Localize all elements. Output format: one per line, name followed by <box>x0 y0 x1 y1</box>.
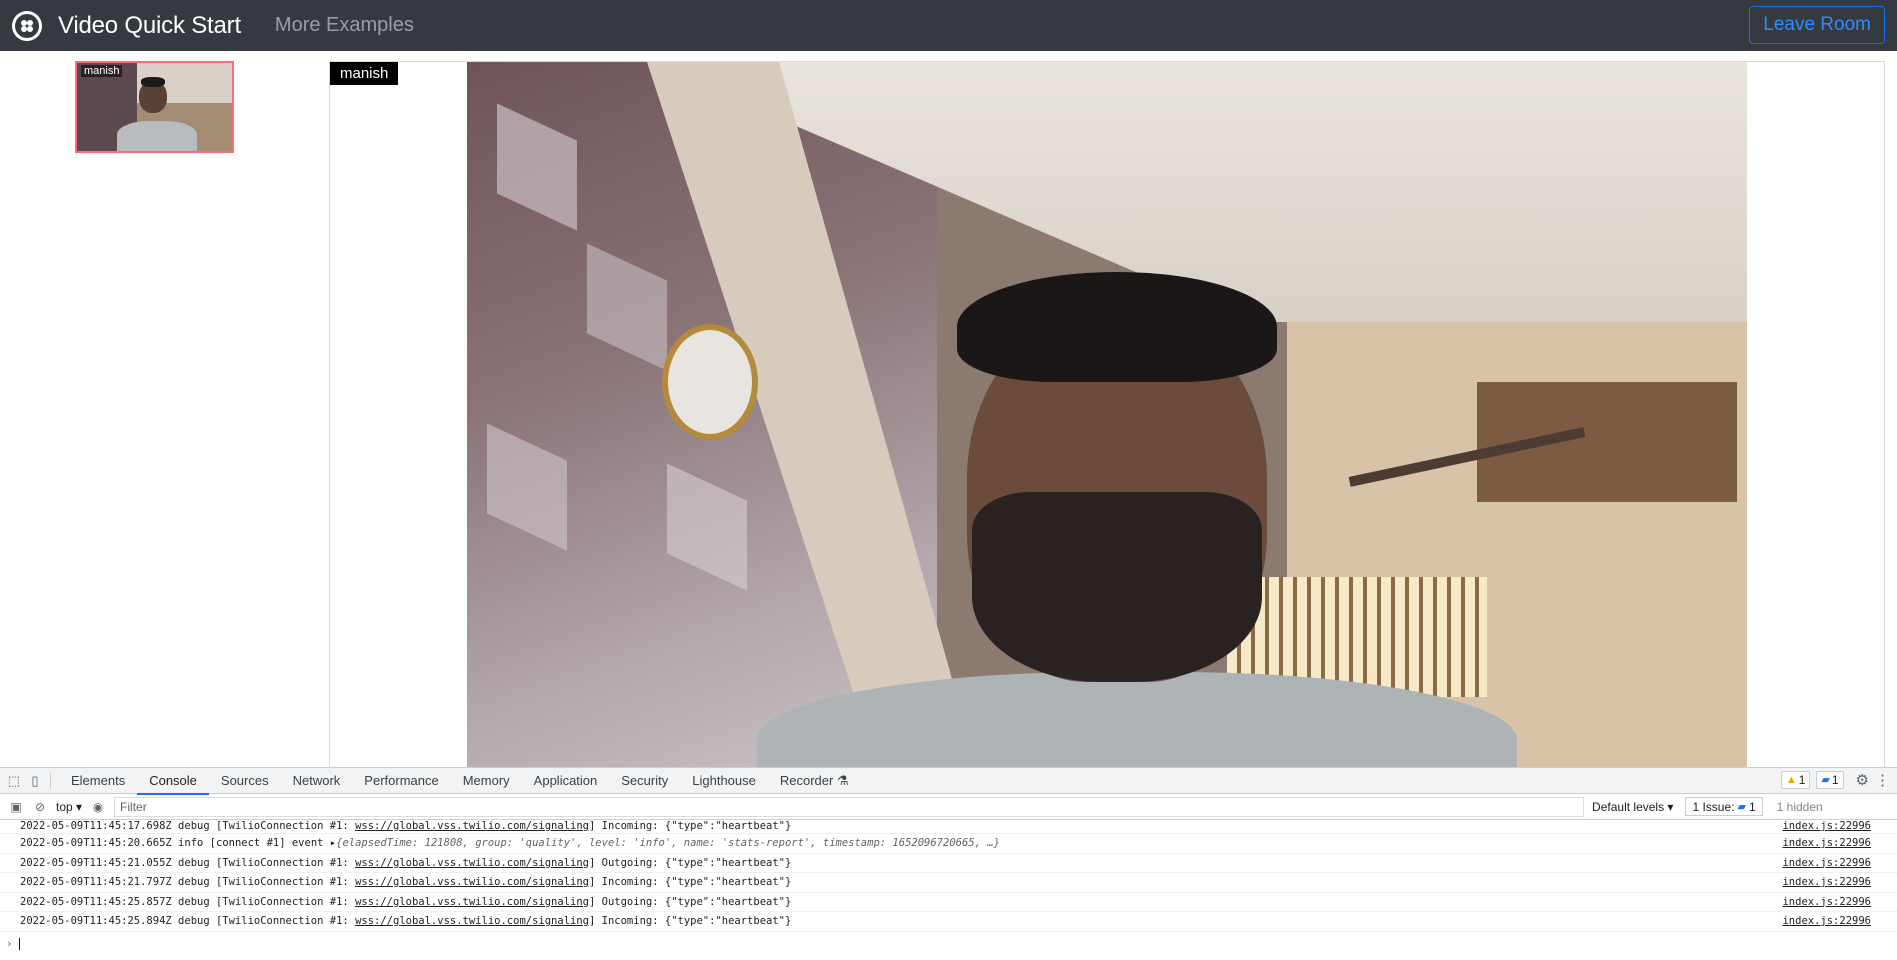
log-row: 2022-05-09T11:45:21.055Z debug [TwilioCo… <box>0 854 1897 873</box>
tab-performance[interactable]: Performance <box>352 768 450 794</box>
tab-console[interactable]: Console <box>137 768 209 795</box>
console-prompt-input[interactable]: › <box>0 935 1897 953</box>
tab-lighthouse[interactable]: Lighthouse <box>680 768 768 794</box>
live-expression-eye-icon[interactable]: ◉ <box>90 800 106 814</box>
console-log: 2022-05-09T11:45:17.698Z debug [TwilioCo… <box>0 820 1897 935</box>
main-participant-view: manish <box>329 61 1885 768</box>
tab-sources[interactable]: Sources <box>209 768 281 794</box>
log-row: 2022-05-09T11:45:20.665Z info [connect #… <box>0 834 1897 854</box>
devtools-panel: ⬚ ▯ Elements Console Sources Network Per… <box>0 767 1897 960</box>
top-navbar: Video Quick Start More Examples Leave Ro… <box>0 0 1897 51</box>
log-source-link[interactable]: index.js:22996 <box>1782 820 1871 832</box>
main-participant-name: manish <box>330 62 399 85</box>
warning-icon: ▲ <box>1785 774 1797 786</box>
hidden-messages-count: 1 hidden <box>1776 799 1823 814</box>
log-object-preview[interactable]: {elapsedTime: 121808, group: 'quality', … <box>336 837 1000 849</box>
log-url-link[interactable]: wss://global.vss.twilio.com/signaling <box>355 857 589 869</box>
remote-video-feed[interactable] <box>467 62 1747 768</box>
console-toolbar: ▣ ⊘ top ▾ ◉ Filter Default levels ▾ 1 Is… <box>0 794 1897 820</box>
log-row: 2022-05-09T11:45:17.698Z debug [TwilioCo… <box>0 820 1897 834</box>
tab-network[interactable]: Network <box>281 768 353 794</box>
log-levels-dropdown[interactable]: Default levels ▾ <box>1592 800 1673 814</box>
tab-application[interactable]: Application <box>522 768 610 794</box>
warnings-badge[interactable]: ▲ 1 <box>1780 771 1811 789</box>
log-source-link[interactable]: index.js:22996 <box>1782 854 1871 873</box>
issues-button[interactable]: 1 Issue: ▰ 1 <box>1685 797 1763 816</box>
more-examples-link[interactable]: More Examples <box>275 14 414 37</box>
device-toolbar-icon[interactable]: ▯ <box>28 773 42 788</box>
log-row: 2022-05-09T11:45:25.894Z debug [TwilioCo… <box>0 912 1897 932</box>
console-filter-input[interactable]: Filter <box>114 796 1585 817</box>
context-select[interactable]: top ▾ <box>56 800 82 814</box>
message-icon: ▰ <box>1821 774 1830 786</box>
tab-security[interactable]: Security <box>609 768 680 794</box>
tab-elements[interactable]: Elements <box>59 768 137 794</box>
local-participant-thumbnail[interactable]: manish <box>75 61 234 153</box>
log-row: 2022-05-09T11:45:25.857Z debug [TwilioCo… <box>0 893 1897 912</box>
thumbnail-participant-name: manish <box>81 65 123 77</box>
more-options-icon[interactable]: ⋮ <box>1875 771 1890 789</box>
log-source-link[interactable]: index.js:22996 <box>1782 873 1871 892</box>
log-row: 2022-05-09T11:45:21.797Z debug [TwilioCo… <box>0 873 1897 893</box>
devtools-tabbar: ⬚ ▯ Elements Console Sources Network Per… <box>0 768 1897 795</box>
inspect-element-icon[interactable]: ⬚ <box>7 773 21 788</box>
log-url-link[interactable]: wss://global.vss.twilio.com/signaling <box>355 876 589 888</box>
settings-gear-icon[interactable]: ⚙ <box>1856 771 1869 789</box>
issue-icon: ▰ <box>1737 801 1746 813</box>
clear-console-icon[interactable]: ⊘ <box>32 800 48 814</box>
tab-memory[interactable]: Memory <box>451 768 522 794</box>
flask-icon: ⚗ <box>836 772 849 788</box>
tab-recorder[interactable]: Recorder ⚗ <box>768 768 861 794</box>
log-source-link[interactable]: index.js:22996 <box>1782 834 1871 853</box>
log-url-link[interactable]: wss://global.vss.twilio.com/signaling <box>355 915 589 927</box>
log-url-link[interactable]: wss://global.vss.twilio.com/signaling <box>355 820 589 832</box>
leave-room-button[interactable]: Leave Room <box>1749 6 1885 44</box>
brand-title[interactable]: Video Quick Start <box>58 12 241 40</box>
twilio-logo-icon[interactable] <box>12 10 42 41</box>
log-source-link[interactable]: index.js:22996 <box>1782 912 1871 931</box>
log-source-link[interactable]: index.js:22996 <box>1782 893 1871 912</box>
sidebar-toggle-icon[interactable]: ▣ <box>8 800 24 814</box>
log-url-link[interactable]: wss://global.vss.twilio.com/signaling <box>355 896 589 908</box>
messages-badge[interactable]: ▰ 1 <box>1816 771 1844 789</box>
prompt-chevron-icon: › <box>6 937 13 950</box>
